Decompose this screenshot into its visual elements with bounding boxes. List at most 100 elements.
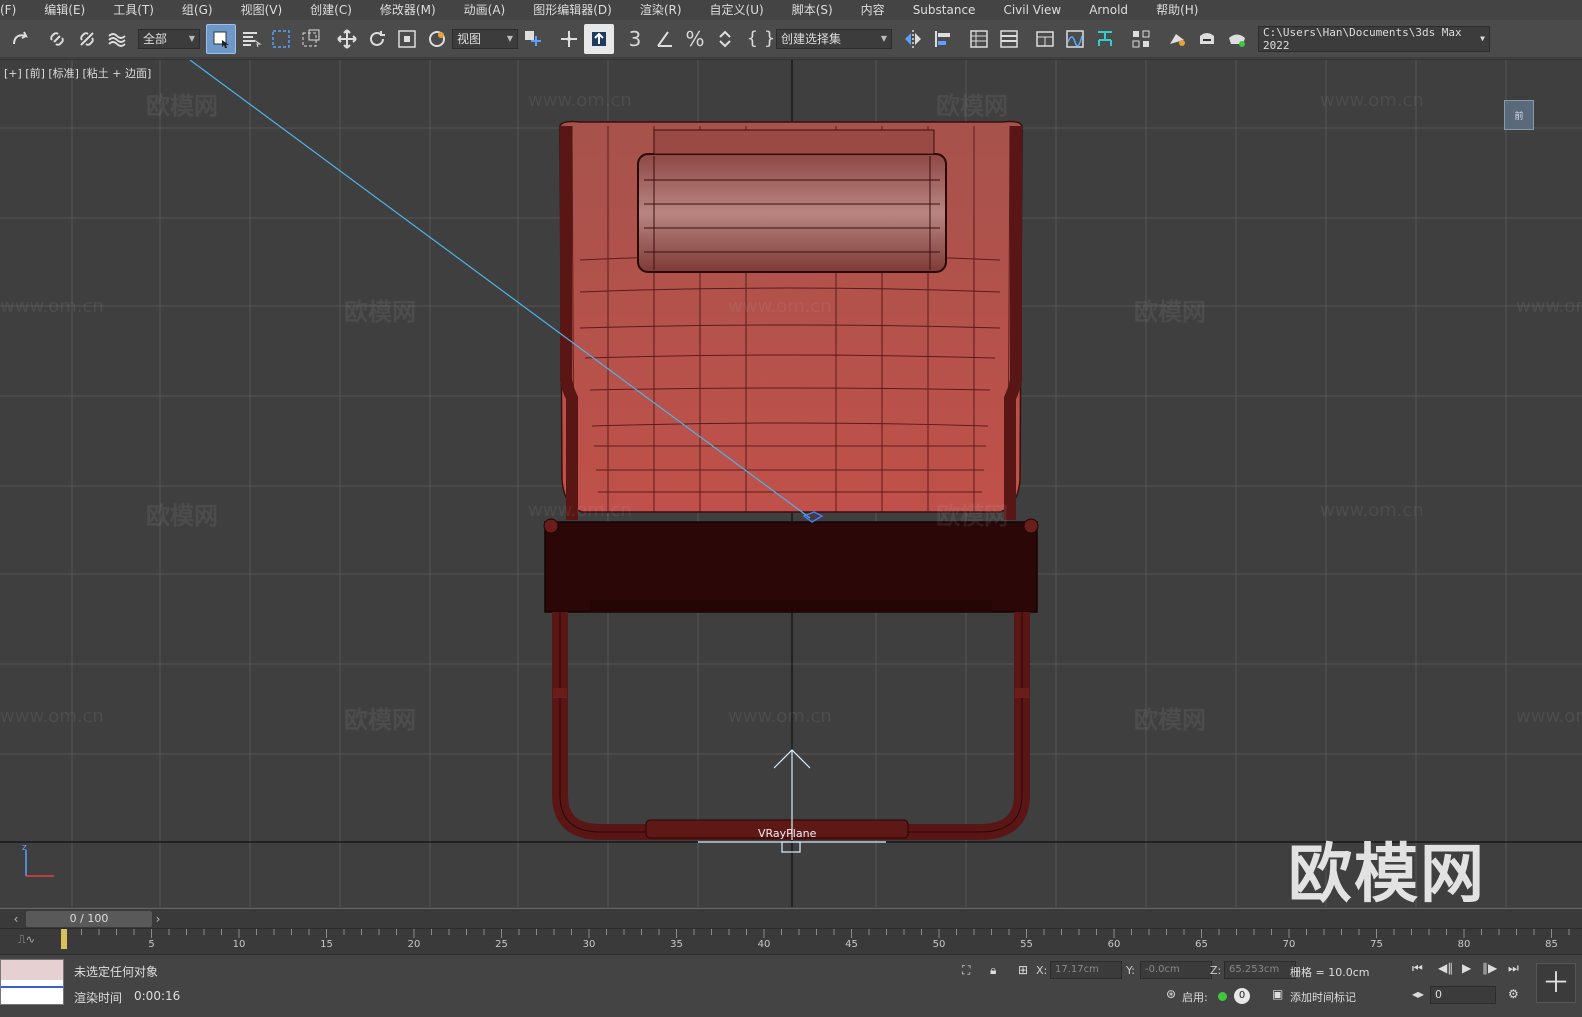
ruler-tick-label: 5: [148, 939, 155, 950]
spinner-snap-icon[interactable]: [710, 24, 740, 54]
render-production-icon[interactable]: [1222, 24, 1252, 54]
add-viewport-icon[interactable]: ＋: [1536, 963, 1576, 1003]
menu-item[interactable]: 图形编辑器(D): [519, 0, 626, 20]
link-icon[interactable]: [42, 24, 72, 54]
rectangular-selection-icon[interactable]: [266, 24, 296, 54]
menu-item[interactable]: 编辑(E): [30, 0, 99, 20]
mini-curve-editor-icon[interactable]: ⎍∿: [18, 933, 40, 951]
menu-item[interactable]: 工具(T): [99, 0, 168, 20]
time-slider-prev-button[interactable]: ‹: [8, 911, 24, 927]
unlink-icon[interactable]: [72, 24, 102, 54]
rotate-icon[interactable]: [362, 24, 392, 54]
maxscript-listener-mini[interactable]: [0, 959, 64, 1005]
selection-filter-dropdown[interactable]: 全部 ▼: [138, 28, 200, 49]
ruler-tick-label: 50: [932, 939, 946, 950]
bind-spacewarp-icon[interactable]: [102, 24, 132, 54]
main-toolbar: 全部 ▼ 视图 ▼ 3 % { } 创建选择集 ▼ C:\Users\Han\D…: [0, 20, 1582, 58]
menu-item[interactable]: 渲染(R): [626, 0, 696, 20]
select-by-name-icon[interactable]: [236, 24, 266, 54]
time-slider-thumb[interactable]: 0 / 100: [26, 911, 152, 927]
go-to-end-icon[interactable]: ⏭: [1508, 961, 1519, 976]
light-gizmo: [802, 511, 824, 523]
play-icon[interactable]: ▶: [1462, 961, 1471, 975]
menu-item[interactable]: 自定义(U): [696, 0, 778, 20]
adaptive-degradation-icon[interactable]: ⊛: [1166, 987, 1176, 1001]
scale-icon[interactable]: [392, 24, 422, 54]
layer-explorer-icon[interactable]: [994, 24, 1024, 54]
track-ruler[interactable]: 5 10 15 20 25 30 35 40 45 50 55 60 65 70 75 80 85: [56, 929, 1576, 955]
menu-item[interactable]: 修改器(M): [366, 0, 450, 20]
menu-item[interactable]: Substance: [899, 0, 990, 20]
menu-item[interactable]: 动画(A): [450, 0, 520, 20]
reference-coordinate-dropdown[interactable]: 视图 ▼: [452, 28, 518, 49]
previous-frame-icon[interactable]: ◀∥: [1438, 961, 1453, 975]
reference-coordinate-value: 视图: [457, 32, 482, 46]
redo-icon[interactable]: [6, 24, 36, 54]
current-frame-field[interactable]: 0: [1430, 986, 1496, 1004]
ruler-tick-label: 30: [582, 939, 596, 950]
menu-item[interactable]: Civil View: [989, 0, 1075, 20]
scene-explorer-icon[interactable]: [964, 24, 994, 54]
select-object-icon[interactable]: [206, 23, 236, 54]
ruler-tick-label: 85: [1545, 939, 1558, 950]
toggle-ribbon-icon[interactable]: [1030, 24, 1060, 54]
lock-selection-icon[interactable]: 🔒︎: [990, 963, 996, 978]
menu-item[interactable]: 创建(C): [296, 0, 366, 20]
window-crossing-icon[interactable]: [296, 24, 326, 54]
keyboard-shortcut-override-icon[interactable]: [584, 23, 614, 54]
project-folder-path[interactable]: C:\Users\Han\Documents\3ds Max 2022 ▼: [1258, 25, 1490, 52]
ruler-tick-label: 15: [320, 939, 333, 950]
mirror-icon[interactable]: [898, 24, 928, 54]
menu-item[interactable]: 组(G): [168, 0, 227, 20]
svg-text:z: z: [22, 843, 27, 853]
render-setup-icon[interactable]: [1162, 24, 1192, 54]
curve-editor-icon[interactable]: [1060, 24, 1090, 54]
current-frame-marker[interactable]: [61, 929, 67, 949]
y-coordinate-field[interactable]: -0.0cm: [1140, 961, 1212, 979]
ruler-tick-label: 60: [1107, 939, 1121, 950]
menu-item[interactable]: (F): [0, 0, 30, 20]
track-bar[interactable]: ⎍∿ 5 10 15 20 25 30 35 40 45 50 55 60 65 70 75 80 85: [0, 928, 1582, 954]
named-selection-value: 创建选择集: [781, 32, 842, 46]
time-slider-next-button[interactable]: ›: [150, 911, 166, 927]
go-to-start-icon[interactable]: ⏮: [1412, 961, 1423, 976]
menu-item[interactable]: 帮助(H): [1142, 0, 1212, 20]
x-coordinate-field[interactable]: 17.17cm: [1050, 961, 1122, 979]
rendered-frame-window-icon[interactable]: [1192, 24, 1222, 54]
menu-item[interactable]: Arnold: [1075, 0, 1142, 20]
viewport-label[interactable]: [+] [前] [标准] [粘土 + 边面]: [4, 65, 151, 81]
front-viewport[interactable]: [+] [前] [标准] [粘土 + 边面] 前 z VRayPlane 欧模网…: [0, 59, 1582, 907]
snaps-toggle-icon[interactable]: 3: [620, 24, 650, 54]
z-coordinate-field[interactable]: 65.253cm: [1224, 961, 1296, 979]
edit-named-selection-icon[interactable]: { }: [746, 24, 776, 54]
schematic-view-icon[interactable]: [1090, 24, 1120, 54]
menu-item[interactable]: 内容: [847, 0, 899, 20]
align-icon[interactable]: [928, 24, 958, 54]
viewcube[interactable]: 前: [1504, 100, 1534, 130]
percent-snap-icon[interactable]: %: [680, 24, 710, 54]
named-selection-dropdown[interactable]: 创建选择集 ▼: [776, 28, 892, 49]
absolute-mode-icon[interactable]: ⊞: [1018, 963, 1028, 977]
render-time-label: 渲染时间: [74, 991, 123, 1005]
isolate-selection-icon[interactable]: ⛶: [962, 963, 970, 978]
pivot-center-icon[interactable]: [518, 24, 548, 54]
ruler-tick-label: 35: [670, 939, 683, 950]
enable-status-dot[interactable]: [1218, 992, 1227, 1001]
move-icon[interactable]: [332, 24, 362, 54]
ruler-tick-label: 45: [845, 939, 858, 950]
time-slider[interactable]: ‹ 0 / 100 ›: [0, 908, 1582, 928]
select-manipulate-icon[interactable]: [554, 24, 584, 54]
menu-item[interactable]: 脚本(S): [778, 0, 847, 20]
next-frame-icon[interactable]: ∥▶: [1482, 961, 1497, 975]
frame-spinner-icon[interactable]: ◂▸: [1412, 987, 1424, 1001]
add-time-tag-button[interactable]: 添加时间标记: [1290, 989, 1356, 1005]
z-coordinate-label: Z:: [1210, 964, 1222, 977]
time-configuration-icon[interactable]: ⚙: [1508, 987, 1519, 1001]
status-bar: 未选定任何对象 渲染时间 0:00:16 ⛶ 🔒︎ ⊞ X: 17.17cm Y…: [0, 954, 1582, 1017]
ruler-tick-label: 40: [757, 939, 771, 950]
angle-snap-icon[interactable]: [650, 24, 680, 54]
material-editor-icon[interactable]: [1126, 24, 1156, 54]
time-tag-icon[interactable]: ▣: [1272, 987, 1283, 1001]
place-icon[interactable]: [422, 24, 452, 54]
menu-item[interactable]: 视图(V): [227, 0, 297, 20]
